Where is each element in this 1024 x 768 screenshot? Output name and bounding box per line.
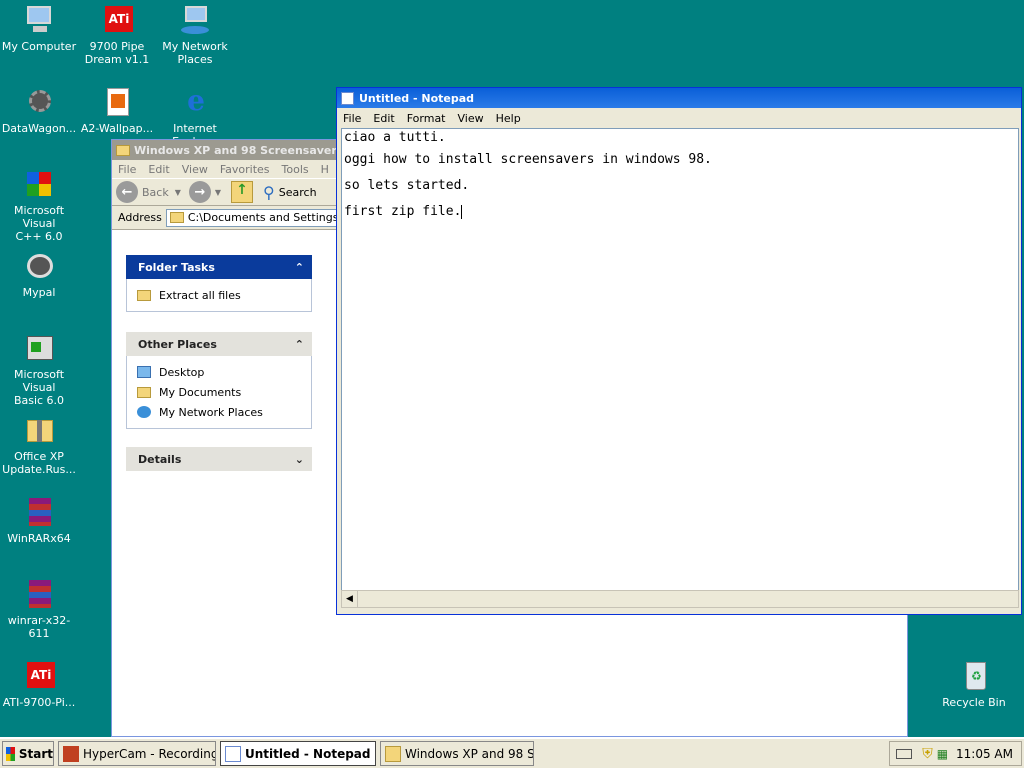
collapse-icon[interactable]: ⌃: [295, 338, 304, 351]
desktop-icon-mypal[interactable]: Mypal: [0, 250, 78, 299]
system-tray: ⛨ ▦ 11:05 AM: [889, 741, 1022, 766]
menu-file[interactable]: File: [337, 112, 367, 125]
folder-icon: [169, 212, 184, 223]
datawagon-icon: [23, 86, 55, 118]
desktop-icon: [137, 366, 151, 378]
taskbar: Start HyperCam - Recording Untitled - No…: [0, 737, 1024, 768]
menu-favorites[interactable]: Favorites: [214, 163, 276, 176]
network-icon: [179, 4, 211, 36]
computer-icon: [23, 4, 55, 36]
ati-icon: ATi: [101, 4, 133, 36]
desktop-icon-winrar-x64[interactable]: WinRARx64: [0, 496, 78, 545]
desktop-icon-office-xp-update[interactable]: Office XP Update.Rus...: [0, 414, 78, 476]
network-icon: [137, 406, 151, 418]
clock[interactable]: 11:05 AM: [956, 747, 1013, 761]
desktop-icon-my-computer[interactable]: My Computer: [0, 4, 78, 53]
my-documents-link[interactable]: My Documents: [137, 382, 301, 402]
zip-folder-icon: [137, 289, 151, 301]
text-line: first zip file.: [344, 204, 462, 219]
text-line: oggi how to install screensavers in wind…: [344, 152, 712, 167]
menu-file[interactable]: File: [112, 163, 142, 176]
ie-icon: e: [187, 84, 205, 117]
notepad-icon: [341, 91, 354, 105]
winrar-icon: [23, 496, 55, 528]
folder-icon: [116, 144, 130, 156]
desktop-link[interactable]: Desktop: [137, 362, 301, 382]
text-line: ciao a tutti.: [344, 130, 446, 145]
chevron-down-icon: ▼: [174, 187, 181, 197]
menu-tools[interactable]: Tools: [276, 163, 315, 176]
recycle-bin-icon: ♻: [958, 660, 990, 692]
back-button[interactable]: ← Back ▼: [116, 181, 181, 203]
horizontal-scrollbar[interactable]: ◀: [341, 590, 1019, 608]
forward-button[interactable]: →: [188, 181, 211, 203]
winrar-icon: [23, 578, 55, 610]
text-line: so lets started.: [344, 178, 470, 193]
notepad-text-area[interactable]: ciao a tutti. oggi how to install screen…: [341, 128, 1019, 598]
desktop-icon-recycle-bin[interactable]: ♻ Recycle Bin: [935, 660, 1013, 709]
menu-view[interactable]: View: [176, 163, 214, 176]
visualbasic-icon: [23, 332, 55, 364]
text-caret: [461, 204, 463, 219]
menu-help[interactable]: Help: [490, 112, 527, 125]
security-shield-icon[interactable]: ⛨: [922, 746, 933, 762]
details-panel: Details ⌄: [126, 447, 312, 471]
menu-edit[interactable]: Edit: [367, 112, 400, 125]
mypal-icon: [23, 250, 55, 282]
windows-logo-icon: [6, 746, 15, 761]
folder-tasks-panel: Folder Tasks ⌃ Extract all files: [126, 255, 312, 312]
scroll-left-icon[interactable]: ◀: [342, 591, 358, 607]
desktop-icon-wallpaper[interactable]: A2-Wallpap...: [78, 86, 156, 135]
desktop-icon-ati-9700[interactable]: ATi ATI-9700-Pi...: [0, 660, 78, 709]
taskbar-button-hypercam[interactable]: HyperCam - Recording: [58, 741, 216, 766]
zip-folder-icon: [23, 414, 55, 446]
folder-icon: [385, 745, 401, 762]
desktop-icon-visual-cpp[interactable]: Microsoft Visual C++ 6.0: [0, 168, 78, 243]
taskbar-button-explorer[interactable]: Windows XP and 98 Scr...: [380, 741, 534, 766]
other-places-header[interactable]: Other Places ⌃: [126, 332, 312, 356]
back-arrow-icon: ←: [116, 181, 138, 203]
folder-tasks-header[interactable]: Folder Tasks ⌃: [126, 255, 312, 279]
notepad-icon: [225, 745, 241, 762]
taskbar-button-notepad[interactable]: Untitled - Notepad: [220, 741, 376, 766]
desktop-icon-visual-basic[interactable]: Microsoft Visual Basic 6.0: [0, 332, 78, 407]
my-network-places-link[interactable]: My Network Places: [137, 402, 301, 422]
start-button[interactable]: Start: [2, 741, 54, 766]
hypercam-icon: [63, 745, 79, 762]
desktop-icon-winrar-x32[interactable]: winrar-x32-611: [0, 578, 78, 640]
up-folder-button[interactable]: ↑: [231, 181, 254, 203]
details-header[interactable]: Details ⌄: [126, 447, 312, 471]
extract-all-files-link[interactable]: Extract all files: [137, 285, 301, 305]
collapse-icon[interactable]: ⌃: [295, 261, 304, 274]
network-tray-icon[interactable]: ▦: [937, 747, 948, 761]
menu-format[interactable]: Format: [401, 112, 452, 125]
task-pane: Folder Tasks ⌃ Extract all files Other Pl…: [112, 230, 334, 736]
search-button[interactable]: ⚲ Search: [263, 183, 317, 202]
chevron-down-icon: ▼: [214, 187, 222, 197]
other-places-panel: Other Places ⌃ Desktop My Documents My Ne…: [126, 332, 312, 429]
notepad-window[interactable]: Untitled - Notepad File Edit Format View…: [336, 87, 1022, 615]
menu-edit[interactable]: Edit: [142, 163, 175, 176]
menu-view[interactable]: View: [452, 112, 490, 125]
menu-help[interactable]: H: [315, 163, 335, 176]
expand-icon[interactable]: ⌄: [295, 453, 304, 466]
notepad-title-bar[interactable]: Untitled - Notepad: [337, 88, 1021, 108]
desktop-icon-datawagon[interactable]: DataWagon...: [0, 86, 78, 135]
notepad-menu-bar: File Edit Format View Help: [337, 108, 1021, 128]
desktop-icon-my-network-places[interactable]: My Network Places: [156, 4, 234, 66]
ati-icon: ATi: [23, 660, 55, 692]
desktop-icon-pipe-dream[interactable]: ATi 9700 Pipe Dream v1.1: [78, 4, 156, 66]
visualcpp-icon: [23, 168, 55, 200]
wallpaper-icon: [101, 86, 133, 118]
search-icon: ⚲: [263, 182, 275, 202]
keyboard-icon[interactable]: [896, 748, 913, 759]
folder-icon: [137, 386, 151, 398]
